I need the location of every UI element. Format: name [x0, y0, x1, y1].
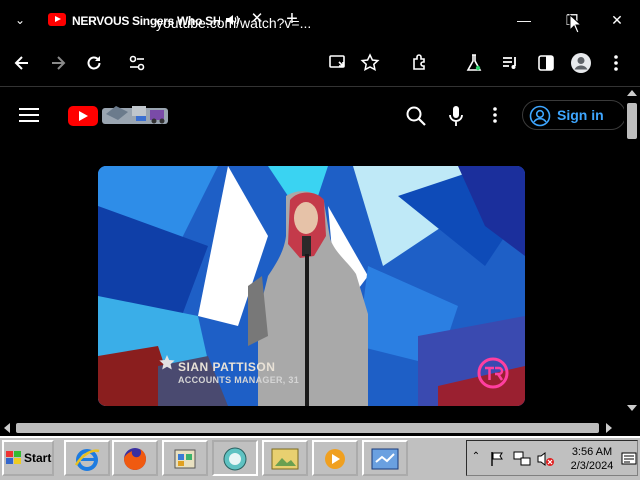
- channel-watermark-icon: [477, 357, 509, 389]
- taskbar-firefox-button[interactable]: [112, 440, 158, 476]
- site-settings-icon[interactable]: [128, 53, 146, 73]
- scroll-down-arrow-icon[interactable]: [627, 405, 637, 411]
- clock-time[interactable]: 3:56 AM: [565, 446, 619, 458]
- video-caption-name: SIAN PATTISON: [178, 360, 276, 374]
- forward-arrow-icon[interactable]: [48, 53, 68, 73]
- notification-icon[interactable]: [621, 451, 637, 467]
- volume-muted-icon[interactable]: [537, 451, 555, 467]
- taskbar-active-app-button[interactable]: [212, 440, 258, 476]
- scroll-up-arrow-icon[interactable]: [627, 90, 637, 96]
- network-window-icon: [371, 448, 399, 470]
- video-player[interactable]: SIAN PATTISON ACCOUNTS MANAGER, 31: [98, 166, 525, 406]
- windows-logo-icon: [6, 451, 21, 464]
- start-label: Start: [24, 451, 52, 465]
- youtube-logo[interactable]: [68, 106, 98, 126]
- back-arrow-icon[interactable]: [12, 53, 32, 73]
- sign-in-label: Sign in: [557, 107, 604, 123]
- scroll-right-arrow-icon[interactable]: [606, 423, 612, 433]
- search-icon[interactable]: [405, 105, 427, 127]
- network-tray-icon[interactable]: [513, 451, 531, 467]
- firefox-icon: [124, 448, 146, 470]
- tab-search-dropdown-icon[interactable]: ⌄: [10, 10, 30, 30]
- control-panel-icon: [174, 449, 196, 469]
- mouse-cursor-icon: [569, 14, 581, 34]
- url-field[interactable]: youtube.com/watch?v=...: [156, 12, 316, 34]
- install-app-icon[interactable]: [328, 53, 348, 73]
- account-circle-icon: [529, 105, 551, 127]
- start-button[interactable]: Start: [2, 440, 54, 476]
- taskbar-control-panel-button[interactable]: [162, 440, 208, 476]
- reload-icon[interactable]: [84, 53, 104, 73]
- taskbar-network-button[interactable]: [362, 440, 408, 476]
- taskbar-image-viewer-button[interactable]: [262, 440, 308, 476]
- browser-menu-icon[interactable]: [606, 53, 626, 73]
- extensions-icon[interactable]: [410, 53, 430, 73]
- scroll-left-arrow-icon[interactable]: [4, 423, 10, 433]
- hamburger-menu-icon[interactable]: [18, 106, 40, 124]
- bookmark-star-icon[interactable]: [360, 53, 380, 73]
- system-tray: ⌃ 3:56 AM 2/3/2024: [466, 440, 638, 476]
- youtube-doodle-icon[interactable]: [100, 100, 170, 126]
- vertical-scroll-thumb[interactable]: [627, 103, 637, 139]
- flag-icon[interactable]: [489, 451, 505, 467]
- labs-flask-icon[interactable]: [464, 53, 484, 73]
- horizontal-scroll-thumb[interactable]: [16, 423, 599, 433]
- star-icon: [159, 355, 175, 370]
- image-viewer-icon: [271, 448, 299, 470]
- media-player-icon: [325, 449, 345, 469]
- internet-explorer-icon: [74, 449, 100, 471]
- microphone-icon[interactable]: [446, 104, 466, 128]
- youtube-favicon-icon: [48, 13, 66, 26]
- taskbar-internet-explorer-button[interactable]: [64, 440, 110, 476]
- tray-expand-icon[interactable]: ⌃: [471, 451, 481, 465]
- settings-more-icon[interactable]: [486, 105, 504, 125]
- app-sphere-icon: [223, 447, 247, 471]
- video-caption-role: ACCOUNTS MANAGER, 31: [178, 375, 300, 385]
- side-panel-icon[interactable]: [536, 53, 556, 73]
- profile-avatar-icon[interactable]: [570, 52, 592, 74]
- minimize-button[interactable]: —: [512, 8, 536, 32]
- close-window-button[interactable]: ✕: [605, 8, 629, 32]
- sign-in-button[interactable]: Sign in: [522, 100, 626, 130]
- media-controls-icon[interactable]: [500, 53, 520, 73]
- clock-date[interactable]: 2/3/2024: [565, 460, 619, 472]
- taskbar-media-player-button[interactable]: [312, 440, 358, 476]
